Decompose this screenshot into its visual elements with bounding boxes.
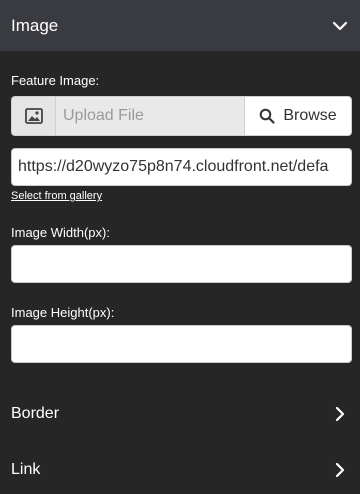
link-section-header[interactable]: Link — [0, 450, 360, 490]
image-icon — [11, 96, 55, 136]
upload-placeholder: Upload File — [63, 107, 144, 124]
image-height-field[interactable] — [11, 325, 352, 363]
chevron-down-icon[interactable] — [332, 18, 348, 34]
browse-label: Browse — [283, 107, 337, 124]
image-width-label: Image Width(px): — [11, 225, 110, 240]
image-url-value: https://d20wyzo75p8n74.cloudfront.net/de… — [18, 158, 329, 175]
image-section-header[interactable]: Image — [0, 0, 360, 51]
feature-image-upload: Upload File Browse — [11, 96, 352, 136]
chevron-right-icon[interactable] — [332, 462, 348, 478]
search-icon — [260, 108, 275, 124]
image-url-field[interactable]: https://d20wyzo75p8n74.cloudfront.net/de… — [11, 148, 352, 186]
border-label: Border — [11, 405, 60, 422]
select-from-gallery-link[interactable]: Select from gallery — [11, 190, 102, 202]
image-height-label: Image Height(px): — [11, 305, 115, 320]
section-title: Image — [11, 15, 59, 35]
link-label: Link — [11, 461, 41, 478]
feature-image-label: Feature Image: — [11, 73, 100, 88]
browse-button[interactable]: Browse — [244, 96, 352, 136]
image-width-field[interactable] — [11, 245, 352, 283]
upload-file-input[interactable]: Upload File — [55, 96, 244, 136]
border-section-header[interactable]: Border — [0, 394, 360, 434]
chevron-right-icon[interactable] — [332, 406, 348, 422]
